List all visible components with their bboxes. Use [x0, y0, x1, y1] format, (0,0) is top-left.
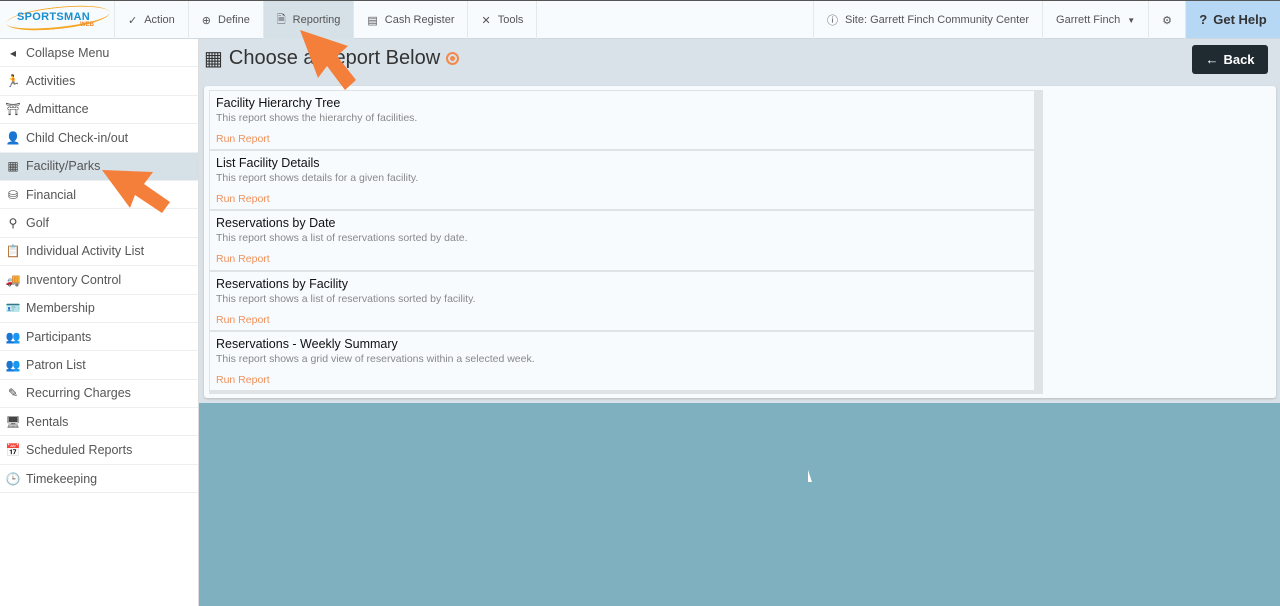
sidebar-item-label: Scheduled Reports [26, 443, 133, 458]
sidebar-icon: 👥 [5, 357, 21, 372]
sidebar-item-collapse-menu[interactable]: ◂ Collapse Menu [0, 39, 198, 68]
report-list: Facility Hierarchy Tree This report shows… [209, 90, 1043, 394]
arrow-left-icon: ← [1205, 52, 1219, 67]
sidebar-icon: 🏃 [5, 74, 21, 89]
caret-down-icon: ▼ [1127, 15, 1136, 25]
sidebar-icon: ◂ [9, 45, 17, 60]
nav-define[interactable]: ⊕ Define [189, 1, 264, 39]
sidebar-icon: ✎ [7, 386, 19, 401]
sidebar-item-label: Participants [26, 329, 92, 344]
sidebar-item-rentals[interactable]: 🖥 Rentals [0, 408, 198, 437]
report-item: Facility Hierarchy Tree This report shows… [209, 90, 1035, 151]
report-panel: Facility Hierarchy Tree This report shows… [204, 86, 1276, 398]
sidebar-icon: ▦ [7, 159, 19, 174]
sidebar-item-label: Inventory Control [26, 272, 122, 287]
report-name: Reservations by Facility [216, 276, 348, 291]
record-icon [446, 52, 460, 65]
sidebar-icon: 📋 [5, 244, 21, 259]
nav-action[interactable]: ✓ Action [115, 1, 189, 39]
run-report-link[interactable]: Run Report [216, 253, 1028, 265]
report-item: List Facility Details This report shows d… [209, 150, 1035, 211]
mouse-cursor [808, 470, 812, 482]
sidebar-item-label: Admittance [26, 102, 89, 117]
sidebar-item-label: Activities [26, 74, 76, 89]
sidebar-icon: ⛁ [7, 187, 19, 202]
sidebar-item-facility-parks[interactable]: ▦ Facility/Parks [0, 152, 198, 181]
report-description: This report shows details for a given fa… [216, 172, 419, 185]
report-description: This report shows the hierarchy of facil… [216, 112, 418, 124]
sidebar-item-label: Golf [26, 216, 49, 231]
sidebar-item-golf[interactable]: ⚲ Golf [0, 209, 198, 238]
sidebar-icon: 🖥 [5, 414, 21, 429]
report-description: This report shows a grid view of reserva… [216, 352, 535, 365]
sidebar-item-label: Financial [26, 187, 77, 202]
sidebar-item-label: Recurring Charges [26, 386, 131, 401]
run-report-link[interactable]: Run Report [216, 193, 1028, 205]
sidebar-item-scheduled-reports[interactable]: 📅 Scheduled Reports [0, 436, 198, 465]
sidebar-icon: ⛩ [5, 102, 21, 117]
sidebar-item-activities[interactable]: 🏃 Activities [0, 67, 198, 96]
sidebar-item-label: Timekeeping [26, 471, 98, 486]
report-description: This report shows a list of reservations… [216, 292, 476, 305]
sidebar-icon: 🕒 [5, 471, 21, 486]
report-name: Reservations by Date [216, 216, 336, 231]
run-report-link[interactable]: Run Report [216, 374, 1028, 386]
question-icon: ? [1199, 12, 1208, 27]
sidebar-item-label: Individual Activity List [26, 244, 145, 259]
sidebar-item-timekeeping[interactable]: 🕒 Timekeeping [0, 465, 198, 494]
report-name: List Facility Details [216, 156, 320, 171]
run-report-link[interactable]: Run Report [216, 314, 1028, 326]
check-icon: ✓ [128, 14, 138, 27]
sidebar-icon: 👤 [5, 130, 21, 145]
top-bar: SPORTSMAN WEB ✓ Action ⊕ Define 🗎 Reporting … [0, 0, 1280, 39]
sportsman-logo[interactable]: SPORTSMAN WEB [0, 1, 115, 39]
page-title: ▦ Choose a Report Below [204, 46, 460, 71]
sidebar-item-recurring-charges[interactable]: ✎ Recurring Charges [0, 380, 198, 409]
sidebar: ◂ Collapse Menu 🏃 Activities ⛩ Admittance 👤 Chi… [0, 39, 199, 606]
sidebar-item-label: Facility/Parks [26, 159, 101, 174]
sidebar-item-participants[interactable]: 👥 Participants [0, 323, 198, 352]
document-icon: 🗎 [276, 13, 286, 26]
info-icon: ⓘ [827, 15, 838, 27]
plus-circle-icon: ⊕ [201, 14, 212, 27]
cash-register-icon: ▤ [367, 14, 378, 27]
sidebar-item-inventory-control[interactable]: 🚚 Inventory Control [0, 266, 198, 295]
settings-button[interactable]: ⚙ [1149, 1, 1186, 39]
sidebar-item-label: Membership [26, 301, 95, 316]
sidebar-icon: ⚲ [8, 216, 18, 231]
sidebar-icon: 🪪 [5, 301, 21, 316]
gear-icon: ⚙ [1162, 14, 1172, 27]
sidebar-icon: 📅 [5, 443, 21, 458]
nav-reporting[interactable]: 🗎 Reporting [263, 1, 355, 39]
sidebar-item-admittance[interactable]: ⛩ Admittance [0, 96, 198, 125]
sidebar-item-child-check-in-out[interactable]: 👤 Child Check-in/out [0, 124, 198, 153]
run-report-link[interactable]: Run Report [216, 133, 1028, 145]
sidebar-item-label: Child Check-in/out [26, 130, 129, 145]
report-item: Reservations by Facility This report show… [209, 270, 1035, 331]
sidebar-icon: 🚚 [5, 272, 21, 287]
sidebar-item-label: Rentals [26, 414, 69, 429]
sidebar-item-membership[interactable]: 🪪 Membership [0, 295, 198, 323]
nav-tools[interactable]: ✕ Tools [468, 1, 538, 39]
tools-icon: ✕ [481, 14, 491, 27]
site-selector[interactable]: ⓘ Site: Garrett Finch Community Center [813, 1, 1044, 39]
report-name: Reservations - Weekly Summary [216, 336, 398, 351]
sidebar-item-individual-activity-list[interactable]: 📋 Individual Activity List [0, 238, 198, 267]
back-button[interactable]: ← Back [1192, 45, 1268, 74]
report-item: Reservations - Weekly Summary This report… [209, 330, 1035, 391]
nav-cash-register[interactable]: ▤ Cash Register [354, 1, 469, 39]
building-icon: ▦ [204, 48, 223, 70]
sidebar-item-label: Patron List [26, 357, 86, 372]
sidebar-item-patron-list[interactable]: 👥 Patron List [0, 351, 198, 380]
sidebar-item-financial[interactable]: ⛁ Financial [0, 181, 198, 210]
report-item: Reservations by Date This report shows a … [209, 210, 1035, 271]
sidebar-icon: 👥 [5, 329, 21, 344]
report-name: Facility Hierarchy Tree [216, 96, 341, 110]
sidebar-item-label: Collapse Menu [26, 45, 110, 60]
user-menu[interactable]: Garrett Finch ▼ [1043, 1, 1150, 39]
get-help-button[interactable]: ? Get Help [1186, 1, 1280, 38]
report-description: This report shows a list of reservations… [216, 232, 468, 245]
